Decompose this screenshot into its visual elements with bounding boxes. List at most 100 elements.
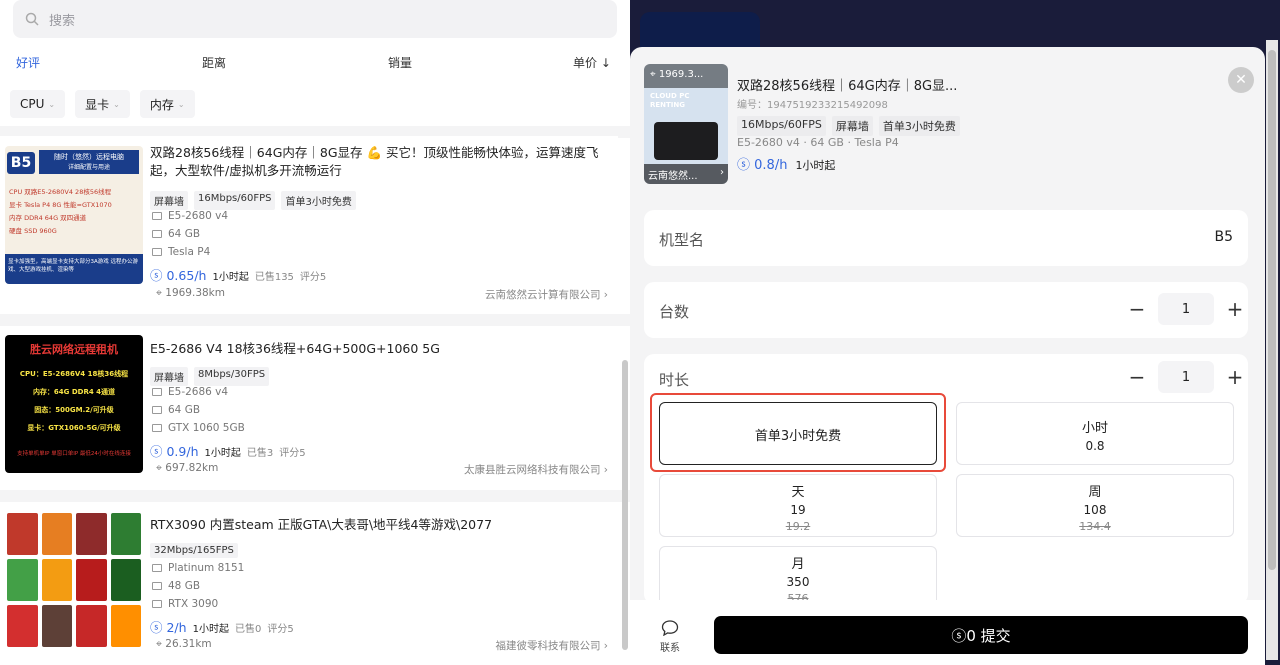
product-title: 双路28核56线程｜64G内存｜8G显... — [737, 79, 958, 94]
image-company-label: 云南悠然... › — [644, 164, 728, 184]
tab-sales[interactable]: 销量 — [388, 54, 412, 71]
company-link[interactable]: 太康县胜云网络科技有限公司 › — [464, 462, 608, 477]
chevron-down-icon: ⌄ — [177, 99, 185, 109]
spec-cpu: E5-2680 v4 — [152, 210, 228, 222]
tab-rating[interactable]: 好评 — [16, 54, 40, 71]
company-link[interactable]: 云南悠然云计算有限公司 › — [485, 287, 608, 302]
spec-ram: 64 GB — [152, 404, 200, 416]
game-cover — [41, 605, 72, 647]
tab-distance[interactable]: 距离 — [202, 54, 226, 71]
option-original-price: 134.4 — [1079, 520, 1111, 533]
count-stepper: − 1 + — [1126, 293, 1246, 325]
tag-list: 32Mbps/165FPS — [150, 543, 238, 558]
badge-distance: 1969.3... — [658, 69, 704, 80]
contact-button[interactable]: 联系 — [660, 620, 680, 654]
listing-card[interactable]: RTX3090 内置steam 正版GTA\大表哥\地平线4等游戏\2077 3… — [0, 502, 618, 665]
spec-cpu: Platinum 8151 — [152, 562, 244, 574]
listing-thumbnail — [5, 511, 143, 649]
option-label: 周 — [1088, 485, 1102, 500]
thumb-header: 随时（悠然）远程电脑 详细配置与用途 — [39, 150, 139, 174]
option-month[interactable]: 月 350 576 — [659, 546, 937, 606]
option-label: 天 — [791, 485, 805, 500]
price-value: 2/h — [166, 620, 187, 635]
tag: 屏幕墙 — [831, 116, 873, 136]
duration-input[interactable]: 1 — [1158, 361, 1214, 393]
spec-value: Tesla P4 — [168, 246, 211, 258]
cpu-icon — [152, 212, 162, 220]
scrollbar-thumb[interactable] — [1268, 50, 1276, 570]
option-price: 0.8 — [1085, 439, 1105, 453]
game-cover — [7, 559, 38, 601]
product-image[interactable]: ⌖ 1969.3... CLOUD PC RENTING 云南悠然... › — [644, 64, 728, 184]
listing-panel: 搜索 好评 距离 销量 单价 ↓ CPU ⌄ 显卡 ⌄ 内存 ⌄ B5 随时（悠然）远… — [0, 0, 630, 665]
option-week[interactable]: 周 108 134.4 — [956, 474, 1234, 537]
thumb-specs: CPU 双路E5-2680V4 28核56线程 显卡 Tesla P4 8G 性… — [9, 186, 112, 238]
spec-ram: 48 GB — [152, 580, 200, 592]
count-label: 台数 — [659, 303, 690, 321]
minus-button[interactable]: − — [1126, 365, 1148, 389]
company-name: 福建彼零科技有限公司 — [495, 640, 601, 652]
listing-card[interactable]: B5 随时（悠然）远程电脑 详细配置与用途 CPU 双路E5-2680V4 28核… — [0, 136, 618, 306]
cpu-icon — [152, 564, 162, 572]
option-day[interactable]: 天 19 19.2 — [659, 474, 937, 537]
price-unit: 1小时起 — [795, 159, 836, 172]
spec-gpu: RTX 3090 — [152, 598, 218, 610]
price-unit: 1小时起 — [204, 448, 241, 459]
filter-gpu[interactable]: 显卡 ⌄ — [75, 90, 130, 118]
rating: 评分5 — [279, 448, 306, 459]
price-value: 0.8/h — [754, 158, 788, 173]
close-icon[interactable]: ✕ — [1228, 67, 1254, 93]
thumb-row: CPU：E5-2686V4 18核36线程 — [19, 370, 129, 378]
tag: 16Mbps/60FPS — [194, 191, 276, 210]
spec-value: 64 GB — [168, 404, 201, 416]
chevron-down-icon: ⌄ — [48, 99, 56, 109]
scrollbar[interactable] — [1266, 40, 1278, 660]
sort-arrow-icon: ↓ — [600, 56, 611, 70]
thumb-footer: 显卡加强型，高端显卡支持大部分3A游戏 远程办公游戏、大型游戏挂机、渲染等 — [5, 254, 143, 284]
location-pin-icon: ⌖ — [156, 638, 162, 650]
thumb-row: 固态：500GM.2/可升级 — [34, 406, 114, 414]
filter-ram[interactable]: 内存 ⌄ — [139, 90, 195, 118]
scrollbar[interactable] — [622, 360, 628, 650]
tab-price[interactable]: 单价 ↓ — [573, 54, 611, 71]
spec-value: Platinum 8151 — [168, 562, 245, 574]
gpu-icon — [152, 248, 162, 256]
sort-tabs: 好评 距离 销量 单价 ↓ — [0, 44, 630, 78]
thumb-row: 硬盘 SSD 960G — [9, 227, 57, 235]
count-row: 台数 − 1 + — [644, 282, 1248, 338]
chevron-down-icon: ⌄ — [113, 99, 120, 109]
spec-ram: 64 GB — [152, 228, 200, 240]
company-link[interactable]: 福建彼零科技有限公司 › — [495, 638, 608, 653]
gpu-icon — [152, 424, 162, 432]
price-unit: 1小时起 — [192, 624, 229, 635]
spec-value: E5-2680 v4 — [168, 210, 229, 222]
location-pin-icon: ⌖ — [650, 69, 656, 80]
thumb-head: 胜云网络远程租机 — [30, 343, 118, 356]
game-cover — [110, 605, 141, 647]
sold-count: 已售0 — [234, 624, 262, 635]
price-row: ⓢ 2/h 1小时起 已售0 评分5 — [150, 617, 294, 636]
plus-button[interactable]: + — [1224, 297, 1246, 321]
count-input[interactable]: 1 — [1158, 293, 1214, 325]
minus-button[interactable]: − — [1126, 297, 1148, 321]
tag: 屏幕墙 — [150, 367, 188, 386]
plus-button[interactable]: + — [1224, 365, 1246, 389]
thumb-row: 显卡：GTX1060-5G/可升级 — [27, 424, 121, 432]
divider — [0, 314, 630, 326]
listing-thumbnail: B5 随时（悠然）远程电脑 详细配置与用途 CPU 双路E5-2680V4 28核… — [5, 146, 143, 284]
sold-count: 已售135 — [254, 272, 294, 283]
listing-card[interactable]: 胜云网络远程租机 CPU：E5-2686V4 18核36线程 内存：64G DD… — [0, 326, 618, 486]
spec-value: RTX 3090 — [168, 598, 219, 610]
thumb-footer: 支持单机单IP 单窗口单IP 最低24小时在线连接 — [17, 451, 131, 457]
filter-label: 内存 — [149, 97, 174, 112]
company-name: 太康县胜云网络科技有限公司 — [463, 464, 601, 476]
spec-value: 48 GB — [168, 580, 201, 592]
distance: ⌖ 1969.38km — [156, 287, 225, 300]
search-bar[interactable]: 搜索 — [13, 0, 617, 38]
submit-button[interactable]: ⓢ 0 提交 — [714, 616, 1248, 654]
option-hour[interactable]: 小时 0.8 — [956, 402, 1234, 465]
option-price: 19 — [790, 503, 806, 517]
model-label: 机型名 — [659, 231, 705, 249]
filter-cpu[interactable]: CPU ⌄ — [10, 90, 66, 118]
model-row: 机型名 B5 — [644, 210, 1248, 266]
